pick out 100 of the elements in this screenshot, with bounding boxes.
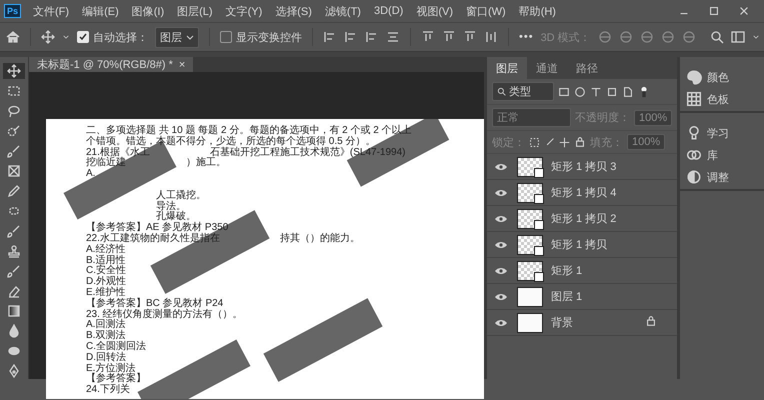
move-tool-icon[interactable]: [41, 30, 55, 44]
smart-object-filter-icon[interactable]: [622, 86, 634, 98]
panel-tab[interactable]: 路径: [567, 57, 607, 79]
lasso-tool-icon[interactable]: [7, 104, 21, 118]
blend-mode-dropdown[interactable]: 正常: [492, 108, 571, 127]
menu-item[interactable]: 选择(S): [275, 4, 312, 18]
document-text: D.回转法: [86, 352, 126, 363]
brush-tool-icon[interactable]: [7, 224, 21, 238]
align-icon[interactable]: [323, 30, 337, 44]
align-icon[interactable]: [442, 30, 456, 44]
tool-button[interactable]: [3, 63, 25, 79]
half-circle-icon[interactable]: [686, 169, 702, 185]
menu-item[interactable]: 图像(I): [132, 4, 164, 18]
shape-filter-icon[interactable]: [606, 86, 618, 98]
distribute-icon[interactable]: [484, 30, 498, 44]
document-text: 二、多项选择题 共 10 题 每题 2 分。每题的备选项中，有 2 个或 2 个以上: [86, 126, 412, 136]
layer-thumbnail: [517, 312, 543, 332]
menu-item[interactable]: 文件(F): [33, 4, 70, 18]
layer-thumbnail: [517, 182, 543, 202]
align-icon[interactable]: [365, 30, 379, 44]
palette-icon[interactable]: [686, 69, 702, 85]
menu-item[interactable]: 帮助(H): [518, 4, 556, 18]
menu-item[interactable]: 窗口(W): [466, 4, 506, 18]
document-text: A.经济性: [86, 244, 126, 255]
caret-icon[interactable]: [752, 33, 760, 41]
menu-item[interactable]: 3D(D): [374, 5, 404, 17]
document-text: 人工撬挖。: [156, 190, 206, 201]
menu-item[interactable]: 视图(V): [416, 4, 453, 18]
panel-tab[interactable]: 图层: [487, 57, 527, 79]
layer-row[interactable]: 矩形 1: [487, 258, 677, 284]
panel-button[interactable]: 色板: [686, 91, 758, 107]
image-filter-icon[interactable]: [558, 86, 570, 98]
layer-name: 矩形 1 拷贝 2: [551, 212, 618, 226]
layer-name: 背景: [551, 316, 574, 330]
layer-row[interactable]: 矩形 1 拷贝: [487, 232, 677, 258]
layer-row[interactable]: 矩形 1 拷贝 4: [487, 180, 677, 206]
layer-name: 矩形 1 拷贝 4: [551, 186, 618, 200]
brush-tool-icon[interactable]: [7, 144, 21, 158]
move-icon[interactable]: [559, 136, 570, 148]
document-text: C.安全性: [86, 266, 126, 276]
frame-tool-icon[interactable]: [7, 164, 21, 178]
fill-field[interactable]: 100%: [627, 134, 665, 150]
distribute-icon[interactable]: [386, 30, 400, 44]
panel-button[interactable]: 颜色: [686, 69, 758, 85]
menu-item[interactable]: 编辑(E): [82, 4, 119, 18]
panel-button[interactable]: 调整: [686, 169, 758, 185]
document-title: 未标题-1 @ 70%(RGB/8#) *: [37, 58, 173, 72]
close-icon[interactable]: [738, 5, 750, 17]
align-icon[interactable]: [344, 30, 358, 44]
menu-item[interactable]: 滤镜(T): [324, 4, 361, 18]
app-logo: Ps: [4, 4, 22, 18]
adjustment-filter-icon[interactable]: [574, 86, 586, 98]
panel-button[interactable]: 学习: [686, 125, 758, 141]
home-icon[interactable]: [6, 30, 20, 44]
lock-pixels-icon[interactable]: [529, 136, 540, 148]
lock-icon: [645, 315, 657, 327]
layer-thumbnail: [517, 286, 543, 306]
document-text: 持其（）的能力。: [280, 234, 360, 245]
document-text: A.: [86, 169, 96, 180]
auto-select-checkbox[interactable]: 自动选择：: [77, 30, 148, 44]
marquee-tool-icon[interactable]: [7, 84, 21, 98]
opacity-field[interactable]: 100%: [634, 110, 672, 126]
align-icon[interactable]: [421, 30, 435, 44]
maximize-icon[interactable]: [708, 5, 720, 17]
transform-controls-checkbox[interactable]: 显示变换控件: [220, 30, 302, 44]
target-dropdown[interactable]: 图层: [155, 26, 199, 48]
document-tab[interactable]: 未标题-1 @ 70%(RGB/8#) * ×: [29, 57, 194, 72]
move-tool-icon[interactable]: [7, 64, 21, 78]
grid-icon[interactable]: [686, 91, 702, 107]
caret-icon[interactable]: [62, 33, 70, 41]
brush-tool-icon[interactable]: [7, 264, 21, 278]
workspace-icon[interactable]: [730, 30, 745, 44]
layer-name: 矩形 1 拷贝: [551, 238, 608, 252]
menu-item[interactable]: 文字(Y): [226, 4, 262, 18]
layer-row[interactable]: 图层 1: [487, 284, 677, 310]
eraser-tool-icon[interactable]: [7, 284, 21, 298]
document-text: 【参考答案】: [86, 374, 146, 384]
align-icon[interactable]: [463, 30, 477, 44]
layer-name: 矩形 1 拷贝 3: [551, 160, 618, 174]
layer-thumbnail: [517, 156, 543, 176]
quick-select-tool-icon[interactable]: [7, 124, 21, 138]
filter-dropdown[interactable]: 类型: [492, 82, 554, 101]
panel-button[interactable]: 库: [686, 147, 758, 163]
layer-row[interactable]: 背景: [487, 310, 677, 336]
close-tab-button[interactable]: ×: [178, 58, 186, 70]
panel-tab[interactable]: 通道: [527, 57, 567, 79]
document-text: B.适用性: [86, 256, 126, 266]
brush-icon[interactable]: [544, 136, 555, 148]
stamp-tool-icon[interactable]: [7, 244, 21, 258]
document-text: 23. 经纬仪角度测量的方法有（）。: [86, 310, 243, 320]
type-filter-icon[interactable]: [590, 86, 602, 98]
layer-row[interactable]: 矩形 1 拷贝 3: [487, 154, 677, 180]
more-button[interactable]: •••: [519, 31, 534, 43]
layer-row[interactable]: 矩形 1 拷贝 2: [487, 206, 677, 232]
caret-icon: [186, 33, 194, 41]
drop-tool-icon[interactable]: [7, 324, 21, 338]
checkmark-icon: [79, 33, 87, 41]
menu-item[interactable]: 图层(L): [177, 4, 213, 18]
gradient-tool-icon[interactable]: [7, 304, 21, 318]
search-icon[interactable]: [710, 30, 724, 44]
